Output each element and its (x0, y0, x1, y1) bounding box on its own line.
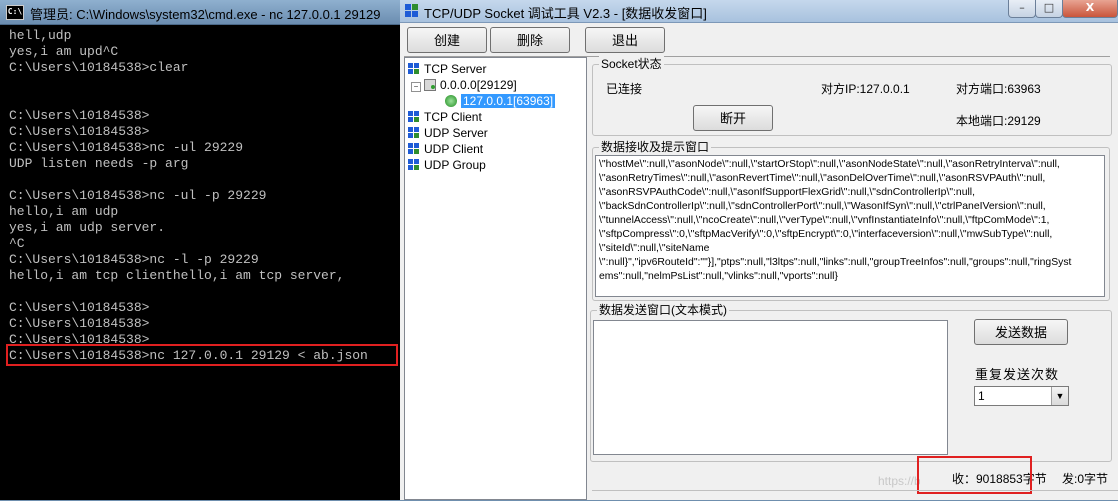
received-data-line: ems":null,"nelmPsList":null,"vlinks":nul… (599, 271, 838, 282)
console-line: C:\Users\10184538>nc -l -p 29229 (9, 252, 259, 267)
send-textarea[interactable] (593, 320, 948, 455)
exit-button[interactable]: 退出 (585, 27, 665, 53)
console-line: hell,udp (9, 28, 72, 43)
peer-port: 对方端口:63963 (956, 82, 1041, 96)
highlight-box (917, 456, 1032, 494)
console-line: yes,i am upd^C (9, 44, 119, 59)
cmd-console-output[interactable]: hell,udp yes,i am upd^C C:\Users\10184538>… (9, 28, 400, 500)
console-line: UDP listen needs -p arg (9, 156, 189, 171)
delete-button[interactable]: 删除 (490, 27, 570, 53)
repeat-count-label: 重复发送次数 (975, 367, 1060, 382)
received-data-line: \"backSdnControllerIp\":null,\"sdnContro… (599, 201, 1046, 212)
received-data-line: \"asonRetryTimes\":null,\"asonRevertTime… (599, 173, 1046, 184)
console-line: C:\Users\10184538> (9, 124, 150, 139)
create-button[interactable]: 创建 (407, 27, 487, 53)
tree-item-tcp-server[interactable]: TCP Server (408, 61, 486, 77)
socket-status-title: Socket状态 (599, 56, 664, 72)
cmd-window: C:\ 管理员: C:\Windows\system32\cmd.exe - n… (0, 0, 400, 500)
highlight-box (6, 344, 398, 366)
console-line: C:\Users\10184538> (9, 316, 150, 331)
receive-title: 数据接收及提示窗口 (599, 139, 712, 155)
received-data-line: \":null}","ipv6RouteId":""}],"ptps":null… (599, 257, 1072, 268)
console-line: C:\Users\10184538>clear (9, 60, 189, 75)
sent-bytes: 发:0字节 (1062, 472, 1109, 486)
console-line: C:\Users\10184538>nc -ul 29229 (9, 140, 244, 155)
connection-state: 已连接 (606, 82, 643, 96)
console-line: C:\Users\10184538> (9, 108, 150, 123)
app-icon (405, 4, 419, 18)
received-data-line: \"asonRSVPAuthCode\":null,\"asonIfSuppor… (599, 187, 975, 198)
console-line: hello,i am udp (9, 204, 119, 219)
tree-item-udp-server[interactable]: UDP Server (408, 125, 488, 141)
connected-status-icon (445, 95, 457, 107)
tree-item-udp-client[interactable]: UDP Client (408, 141, 483, 157)
close-button[interactable]: X (1062, 0, 1118, 18)
socket-tool-window: TCP/UDP Socket 调试工具 V2.3 - [数据收发窗口] – □ … (400, 0, 1118, 500)
repeat-count-select[interactable]: 1 ▼ (974, 386, 1069, 406)
console-line: C:\Users\10184538> (9, 300, 150, 315)
minimize-button[interactable]: – (1008, 0, 1036, 18)
server-computer-icon (424, 79, 436, 91)
received-data-line: \"sftpCompress\":0,\"sftpMacVerify\":0,\… (599, 229, 1053, 240)
cmd-title-bar[interactable]: C:\ 管理员: C:\Windows\system32\cmd.exe - n… (0, 0, 400, 25)
local-port: 本地端口:29129 (956, 114, 1041, 128)
receive-textarea[interactable]: \"hostMe\":null,\"asonNode\":null,\"star… (595, 155, 1105, 297)
console-line: C:\Users\10184538>nc -ul -p 29229 (9, 188, 267, 203)
tcp-server-icon (408, 63, 420, 75)
bottom-divider (592, 490, 1118, 501)
udp-server-icon (408, 127, 420, 139)
disconnect-button[interactable]: 断开 (693, 105, 773, 131)
tree-item-server-listener[interactable]: 0.0.0.0[29129] (424, 77, 517, 93)
tcp-client-icon (408, 111, 420, 123)
udp-group-icon (408, 159, 420, 171)
console-line: yes,i am udp server. (9, 220, 166, 235)
dropdown-arrow-icon[interactable]: ▼ (1051, 387, 1068, 405)
socket-window-title: TCP/UDP Socket 调试工具 V2.3 - [数据收发窗口] (424, 6, 707, 21)
send-title: 数据发送窗口(文本模式) (597, 302, 729, 318)
tree-item-connection[interactable]: 127.0.0.1[63963] (445, 93, 556, 109)
cmd-window-title: 管理员: C:\Windows\system32\cmd.exe - nc 12… (30, 7, 381, 22)
connection-tree[interactable]: TCP Server − 0.0.0.0[29129] 127.0.0.1[63… (404, 57, 587, 500)
send-data-button[interactable]: 发送数据 (974, 319, 1068, 345)
received-data-line: \"hostMe\":null,\"asonNode\":null,\"star… (599, 159, 1060, 170)
tree-item-udp-group[interactable]: UDP Group (408, 157, 486, 173)
received-data-line: \"siteId\":null,\"siteName (599, 243, 710, 254)
received-data-line: \"tunnelAccess\":null,\"ncoCreate\":null… (599, 215, 1050, 226)
udp-client-icon (408, 143, 420, 155)
cmd-icon: C:\ (6, 5, 24, 20)
socket-title-bar[interactable]: TCP/UDP Socket 调试工具 V2.3 - [数据收发窗口] – □ … (400, 0, 1118, 23)
console-line: ^C (9, 236, 25, 251)
peer-ip: 对方IP:127.0.0.1 (821, 82, 910, 96)
repeat-count-value: 1 (978, 389, 985, 403)
expand-collapse-icon[interactable]: − (411, 82, 421, 92)
tree-item-tcp-client[interactable]: TCP Client (408, 109, 482, 125)
maximize-button[interactable]: □ (1035, 0, 1063, 18)
console-line: hello,i am tcp clienthello,i am tcp serv… (9, 268, 345, 283)
